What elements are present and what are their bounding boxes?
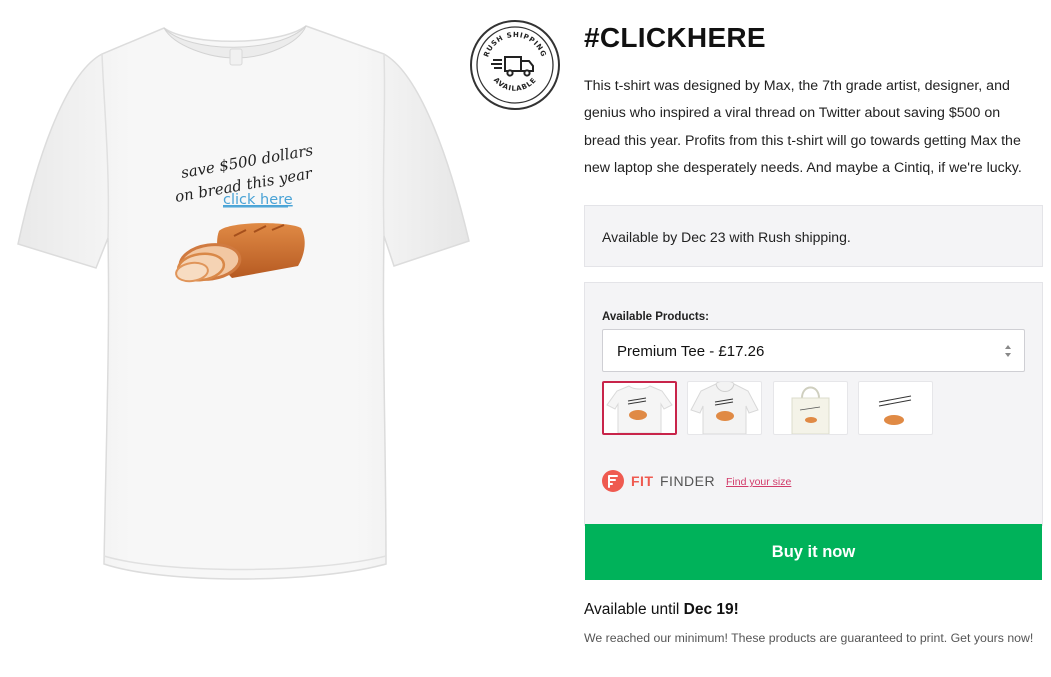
fit-finder-brand-bold: FIT xyxy=(631,473,654,489)
thumbnail-premium-tee[interactable] xyxy=(602,381,677,435)
tote-thumbnail-icon xyxy=(791,386,830,434)
thumbnail-tote-bag[interactable] xyxy=(773,381,848,435)
product-description: This t-shirt was designed by Max, the 7t… xyxy=(584,78,1022,176)
fit-finder: FIT FINDER Find your size xyxy=(602,469,862,493)
buy-now-button[interactable]: Buy it now xyxy=(585,524,1042,580)
product-select[interactable]: Premium Tee - £17.26 xyxy=(602,329,1025,372)
rush-shipping-info: Available by Dec 23 with Rush shipping. xyxy=(584,205,1043,267)
availability-date: Dec 19! xyxy=(683,601,739,618)
availability-note: We reached our minimum! These products a… xyxy=(584,631,1034,645)
poster-thumbnail-icon xyxy=(863,384,928,432)
product-thumbnails xyxy=(602,381,942,437)
rush-shipping-text: Available by Dec 23 with Rush shipping. xyxy=(602,229,851,245)
find-your-size-link[interactable]: Find your size xyxy=(726,476,791,488)
product-options-panel: Available Products: Premium Tee - £17.26 xyxy=(584,282,1043,526)
product-title: #CLICKHERE xyxy=(584,22,766,53)
fit-finder-icon xyxy=(602,470,624,492)
thumbnail-poster[interactable] xyxy=(858,381,933,435)
fit-finder-brand-light: FINDER xyxy=(660,473,716,489)
select-arrows-icon xyxy=(1005,345,1011,357)
shirt-print-link: click here xyxy=(223,192,293,208)
availability-prefix: Available until xyxy=(584,601,684,618)
availability-until: Available until Dec 19! xyxy=(584,601,739,619)
rush-shipping-badge: RUSH SHIPPING AVAILABLE xyxy=(469,19,561,111)
tee-thumbnail-icon xyxy=(606,385,673,433)
tshirt-image: save $500 dollars on bread this year cli… xyxy=(17,25,470,580)
product-image[interactable]: save $500 dollars on bread this year cli… xyxy=(14,16,472,584)
hoodie-thumbnail-icon xyxy=(690,382,759,434)
available-products-label: Available Products: xyxy=(602,311,709,323)
thumbnail-hoodie[interactable] xyxy=(687,381,762,435)
product-select-value: Premium Tee - £17.26 xyxy=(617,343,765,360)
